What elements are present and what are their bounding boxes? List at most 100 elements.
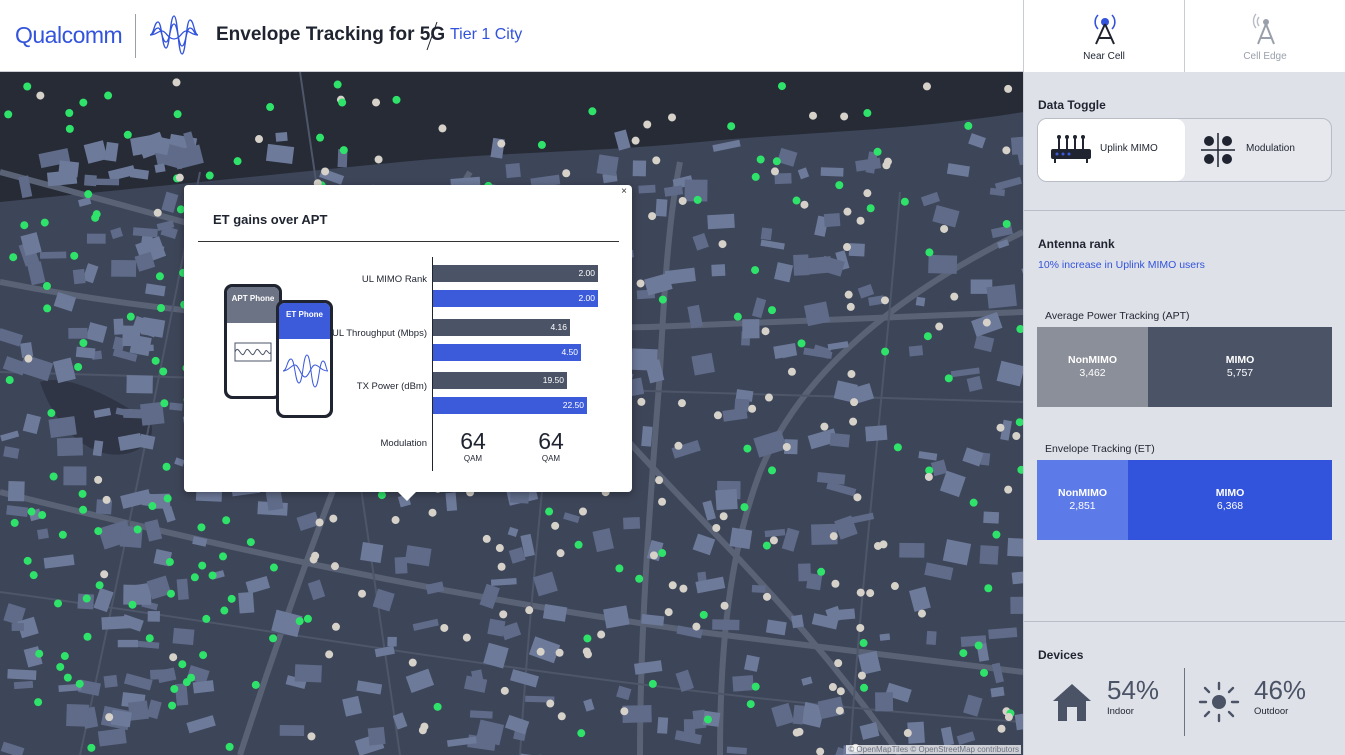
device-marker-mimo[interactable] <box>303 614 312 623</box>
device-marker-nonmimo[interactable] <box>307 732 316 741</box>
device-marker-mimo[interactable] <box>4 110 13 119</box>
device-marker-mimo[interactable] <box>703 715 712 724</box>
device-marker-nonmimo[interactable] <box>856 216 865 225</box>
device-marker-mimo[interactable] <box>10 518 19 527</box>
device-marker-nonmimo[interactable] <box>828 683 837 692</box>
device-marker-nonmimo[interactable] <box>763 592 772 601</box>
device-marker-mimo[interactable] <box>182 678 191 687</box>
device-marker-nonmimo[interactable] <box>555 648 564 657</box>
device-marker-mimo[interactable] <box>860 683 869 692</box>
device-marker-nonmimo[interactable] <box>497 139 506 148</box>
device-marker-mimo[interactable] <box>128 600 137 609</box>
device-marker-nonmimo[interactable] <box>890 582 899 591</box>
device-marker-nonmimo[interactable] <box>674 441 683 450</box>
device-marker-nonmimo[interactable] <box>713 411 722 420</box>
device-marker-nonmimo[interactable] <box>800 200 809 209</box>
device-marker-nonmimo[interactable] <box>846 302 855 311</box>
device-marker-mimo[interactable] <box>47 409 56 418</box>
device-marker-nonmimo[interactable] <box>438 124 447 133</box>
device-marker-mimo[interactable] <box>23 556 32 565</box>
device-marker-mimo[interactable] <box>693 195 702 204</box>
device-marker-nonmimo[interactable] <box>315 518 324 527</box>
device-marker-nonmimo[interactable] <box>880 296 889 305</box>
device-marker-mimo[interactable] <box>38 511 47 520</box>
device-marker-nonmimo[interactable] <box>428 508 437 517</box>
device-marker-nonmimo[interactable] <box>331 622 340 631</box>
device-marker-mimo[interactable] <box>751 172 760 181</box>
device-marker-nonmimo[interactable] <box>551 521 560 530</box>
device-marker-mimo[interactable] <box>295 617 304 626</box>
device-marker-mimo[interactable] <box>727 122 736 131</box>
device-marker-mimo[interactable] <box>658 295 667 304</box>
device-marker-nonmimo[interactable] <box>879 540 888 549</box>
device-marker-nonmimo[interactable] <box>677 399 686 408</box>
device-marker-mimo[interactable] <box>959 649 968 658</box>
device-marker-nonmimo[interactable] <box>982 318 991 327</box>
device-marker-mimo[interactable] <box>863 109 872 118</box>
device-marker-nonmimo[interactable] <box>935 322 944 331</box>
device-marker-nonmimo[interactable] <box>175 173 184 182</box>
device-marker-mimo[interactable] <box>333 80 342 89</box>
device-marker-nonmimo[interactable] <box>330 562 339 571</box>
device-marker-mimo[interactable] <box>133 525 142 534</box>
device-marker-mimo[interactable] <box>78 489 87 498</box>
device-marker-mimo[interactable] <box>42 282 51 291</box>
device-marker-mimo[interactable] <box>835 181 844 190</box>
device-marker-nonmimo[interactable] <box>391 516 400 525</box>
device-marker-nonmimo[interactable] <box>578 507 587 516</box>
device-marker-mimo[interactable] <box>79 338 88 347</box>
device-marker-nonmimo[interactable] <box>637 397 646 406</box>
device-marker-mimo[interactable] <box>197 523 206 532</box>
device-marker-mimo[interactable] <box>75 679 84 688</box>
device-marker-mimo[interactable] <box>246 538 255 547</box>
device-marker-nonmimo[interactable] <box>835 706 844 715</box>
device-marker-nonmimo[interactable] <box>692 622 701 631</box>
device-marker-mimo[interactable] <box>49 472 58 481</box>
device-marker-mimo[interactable] <box>635 574 644 583</box>
device-marker-mimo[interactable] <box>338 98 347 107</box>
device-marker-mimo[interactable] <box>43 304 52 313</box>
device-marker-mimo[interactable] <box>658 549 667 558</box>
device-marker-mimo[interactable] <box>756 155 765 164</box>
device-marker-nonmimo[interactable] <box>546 699 555 708</box>
device-marker-mimo[interactable] <box>170 684 179 693</box>
device-marker-nonmimo[interactable] <box>499 610 508 619</box>
device-marker-nonmimo[interactable] <box>100 570 109 579</box>
device-marker-mimo[interactable] <box>740 503 749 512</box>
device-marker-mimo[interactable] <box>944 374 953 383</box>
device-marker-nonmimo[interactable] <box>358 589 367 598</box>
device-marker-nonmimo[interactable] <box>787 367 796 376</box>
device-marker-nonmimo[interactable] <box>748 404 757 413</box>
device-marker-mimo[interactable] <box>574 540 583 549</box>
device-marker-nonmimo[interactable] <box>329 514 338 523</box>
device-marker-mimo[interactable] <box>83 632 92 641</box>
device-marker-mimo[interactable] <box>266 103 275 112</box>
device-marker-mimo[interactable] <box>777 82 786 91</box>
device-marker-nonmimo[interactable] <box>866 589 875 598</box>
device-marker-nonmimo[interactable] <box>1004 713 1013 722</box>
device-marker-nonmimo[interactable] <box>94 475 103 484</box>
device-marker-nonmimo[interactable] <box>1012 431 1021 440</box>
device-marker-mimo[interactable] <box>65 109 74 118</box>
device-marker-nonmimo[interactable] <box>668 113 677 122</box>
device-marker-mimo[interactable] <box>95 581 104 590</box>
device-marker-nonmimo[interactable] <box>997 724 1006 733</box>
device-marker-mimo[interactable] <box>159 367 168 376</box>
device-marker-nonmimo[interactable] <box>309 555 318 564</box>
tab-near-cell[interactable]: Near Cell <box>1023 0 1184 72</box>
device-marker-mimo[interactable] <box>79 98 88 107</box>
device-marker-nonmimo[interactable] <box>668 581 677 590</box>
device-marker-nonmimo[interactable] <box>903 729 912 738</box>
device-marker-mimo[interactable] <box>5 376 14 385</box>
device-marker-mimo[interactable] <box>881 347 890 356</box>
device-marker-mimo[interactable] <box>964 121 973 130</box>
device-marker-mimo[interactable] <box>746 700 755 709</box>
device-marker-mimo[interactable] <box>199 651 208 660</box>
device-marker-nonmimo[interactable] <box>1002 146 1011 155</box>
device-marker-mimo[interactable] <box>20 221 29 230</box>
device-marker-mimo[interactable] <box>797 339 806 348</box>
device-marker-nonmimo[interactable] <box>102 495 111 504</box>
device-marker-nonmimo[interactable] <box>105 713 114 722</box>
device-marker-nonmimo[interactable] <box>1004 485 1013 494</box>
device-marker-mimo[interactable] <box>27 507 36 516</box>
